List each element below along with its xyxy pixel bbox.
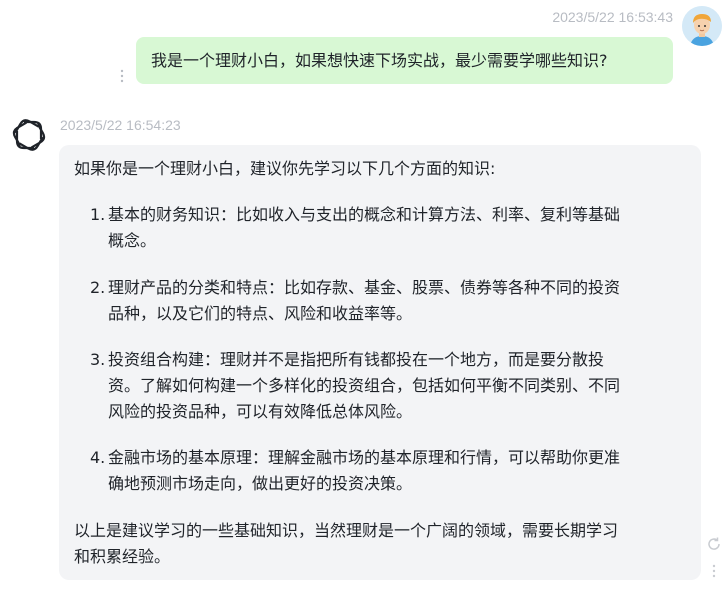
- list-item-line: 投资组合构建：理财并不是指把所有钱都投在一个地方，而是要分散投: [108, 350, 605, 369]
- list-item-number: 1.: [90, 205, 106, 224]
- bot-intro: 如果你是一个理财小白，建议你先学习以下几个方面的知识:: [74, 159, 496, 178]
- bot-outro-line: 以上是建议学习的一些基础知识，当然理财是一个广阔的领域，需要长期学习: [74, 521, 619, 540]
- list-item-line: 风险的投资品种，可以有效降低总体风险。: [108, 402, 413, 421]
- refresh-icon[interactable]: [705, 535, 723, 553]
- more-vertical-icon[interactable]: [705, 562, 723, 580]
- list-item-line: 基本的财务知识：比如收入与支出的概念和计算方法、利率、复利等基础: [108, 205, 621, 224]
- user-avatar-icon[interactable]: [682, 6, 722, 46]
- user-message-timestamp: 2023/5/22 16:53:43: [552, 9, 673, 25]
- list-item-line: 资。了解如何构建一个多样化的投资组合，包括如何平衡不同类别、不同: [108, 376, 621, 395]
- bot-message-bubble: 如果你是一个理财小白，建议你先学习以下几个方面的知识: 1. 基本的财务知识：比…: [59, 145, 701, 580]
- list-item-number: 2.: [90, 278, 106, 297]
- list-item-line: 金融市场的基本原理：理解金融市场的基本原理和行情，可以帮助你更准: [108, 448, 621, 467]
- list-item-number: 3.: [90, 350, 106, 369]
- user-message-bubble: 我是一个理财小白，如果想快速下场实战，最少需要学哪些知识?: [136, 37, 673, 84]
- list-item-line: 概念。: [108, 231, 157, 250]
- user-message-text: 我是一个理财小白，如果想快速下场实战，最少需要学哪些知识?: [151, 51, 608, 70]
- list-item-line: 品种，以及它们的特点、风险和收益率等。: [108, 304, 413, 323]
- list-item-line: 确地预测市场走向，做出更好的投资决策。: [108, 474, 413, 493]
- bot-message-timestamp: 2023/5/22 16:54:23: [60, 117, 181, 133]
- list-item-number: 4.: [90, 448, 106, 467]
- bot-outro-line: 和积累经验。: [74, 547, 171, 566]
- list-item-line: 理财产品的分类和特点：比如存款、基金、股票、债券等各种不同的投资: [108, 278, 621, 297]
- more-vertical-icon[interactable]: [118, 68, 126, 84]
- openai-logo-icon: [10, 116, 48, 154]
